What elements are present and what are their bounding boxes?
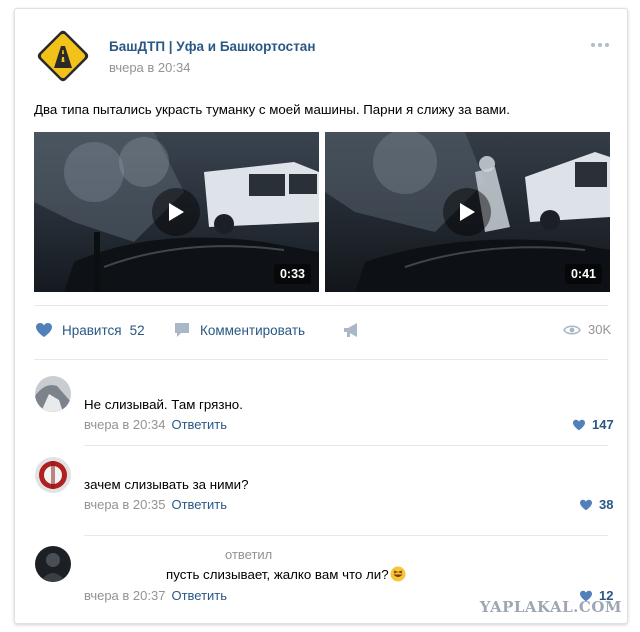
play-icon[interactable] [443,188,491,236]
play-icon[interactable] [152,188,200,236]
comment-date[interactable]: вчера в 20:37 [84,588,165,603]
divider [84,535,608,536]
comment-like-button[interactable]: 38 [579,497,613,512]
answered-label: ответил [225,547,273,562]
divider [34,305,608,306]
video-duration: 0:33 [273,264,311,284]
comment-date[interactable]: вчера в 20:34 [84,417,165,432]
group-avatar[interactable] [35,28,91,84]
avatar[interactable] [35,376,71,412]
heart-icon [36,323,52,337]
views-count: 30K [588,322,612,337]
reply-link[interactable]: Ответить [171,417,227,432]
reply-link[interactable]: Ответить [171,588,227,603]
divider [84,445,608,446]
megaphone-icon [344,323,357,337]
comment-text-content: пусть слизывает, жалко вам что ли? [166,567,389,582]
comment-like-count: 38 [599,497,614,512]
comment-text: Не слизывай. Там грязно. [84,397,243,412]
comment-like-count: 147 [592,417,614,432]
comment-text: зачем слизывать за ними? [84,477,249,492]
watermark: YAPLAKAL.COM [479,598,622,616]
post-card: БашДТП | Уфа и Башкортостан вчера в 20:3… [14,8,628,624]
heart-icon [573,419,585,430]
post-text: Два типа пытались украсть туманку с моей… [34,102,510,117]
divider [34,359,608,360]
road-warning-sign-icon [37,30,89,82]
comment-text: пусть слизывает, жалко вам что ли? [166,566,406,582]
grinning-emoji-icon [390,566,406,582]
like-count: 52 [129,322,145,338]
like-label: Нравится [62,322,122,338]
views-counter: 30K [563,322,611,337]
more-dots-icon[interactable] [591,39,615,51]
share-button[interactable] [343,322,361,338]
post-date[interactable]: вчера в 20:34 [109,60,190,75]
avatar[interactable] [35,546,71,582]
group-name-link[interactable]: БашДТП | Уфа и Башкортостан [109,39,315,54]
comment-icon [175,323,189,337]
comment-meta: вчера в 20:34 Ответить [84,417,227,432]
comment-meta: вчера в 20:37 Ответить [84,588,227,603]
video-duration: 0:41 [564,264,602,284]
comment-like-button[interactable]: 147 [572,417,614,432]
eye-icon [563,324,581,335]
video-thumbnail-2[interactable]: 0:41 [325,132,610,292]
comment-date[interactable]: вчера в 20:35 [84,497,165,512]
like-button[interactable]: Нравится 52 [35,322,145,338]
video-thumbnail-1[interactable]: 0:33 [34,132,319,292]
comment-meta: вчера в 20:35 Ответить [84,497,227,512]
comment-button[interactable]: Комментировать [173,322,305,338]
comment-label: Комментировать [200,322,306,338]
heart-icon [580,499,592,510]
reply-link[interactable]: Ответить [171,497,227,512]
avatar[interactable] [35,457,71,493]
